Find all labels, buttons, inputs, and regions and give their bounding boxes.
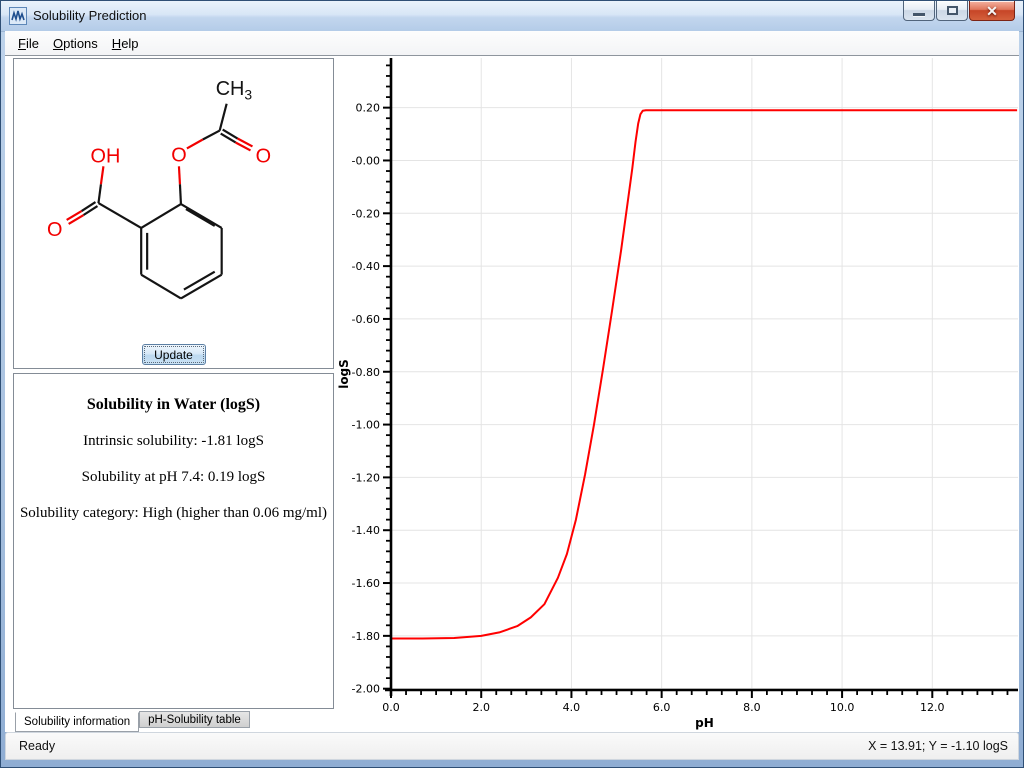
y-tick-label: -0.40 <box>352 260 380 273</box>
main-area: CH3 OH O O O Update Solubility in Water … <box>5 56 1019 732</box>
tab-ph-solubility-table[interactable]: pH-Solubility table <box>139 711 250 728</box>
window-title: Solubility Prediction <box>33 8 146 23</box>
status-message: Ready <box>19 739 55 753</box>
y-tick-label: -1.60 <box>352 577 380 590</box>
close-icon: ✕ <box>986 2 998 20</box>
cursor-coordinates-readout: X = 13.91; Y = -1.10 logS <box>868 739 1008 753</box>
x-tick-label: 6.0 <box>653 701 671 714</box>
x-tick-label: 10.0 <box>830 701 855 714</box>
titlebar[interactable]: Solubility Prediction ✕ <box>1 1 1023 32</box>
y-tick-label: -1.40 <box>352 524 380 537</box>
methyl-label: CH3 <box>216 78 253 103</box>
y-tick-label: 0.20 <box>356 102 381 115</box>
menu-item-options[interactable]: Options <box>46 33 105 54</box>
app-icon <box>9 7 27 25</box>
ph-solubility-chart[interactable]: 0.20 -0.00 -0.20 -0.40 -0.60 -0.80 -1.00 -1.20 -… <box>337 56 1019 732</box>
y-tick-label: -2.00 <box>352 683 380 696</box>
solubility-info-panel: Solubility in Water (logS) Intrinsic sol… <box>13 373 334 709</box>
x-tick-label: 8.0 <box>743 701 761 714</box>
acetyl-ester-group <box>179 104 253 204</box>
solubility-ph74-line: Solubility at pH 7.4: 0.19 logS <box>14 469 333 486</box>
update-button[interactable]: Update <box>142 344 206 365</box>
menubar: File Options Help <box>5 31 1019 56</box>
window-controls: ✕ <box>902 1 1015 21</box>
solubility-curve <box>391 110 1017 638</box>
molecule-canvas[interactable]: CH3 OH O O O <box>14 59 333 368</box>
x-tick-label: 0.0 <box>382 701 400 714</box>
app-window: Solubility Prediction ✕ File Options Hel… <box>0 0 1024 768</box>
y-tick-label: -0.20 <box>352 207 380 220</box>
x-tick-label: 2.0 <box>472 701 490 714</box>
minimize-button[interactable] <box>903 1 935 21</box>
tab-solubility-information[interactable]: Solubility information <box>15 712 139 732</box>
menu-item-help[interactable]: Help <box>105 33 146 54</box>
y-tick-label: -0.80 <box>352 366 380 379</box>
restore-button[interactable] <box>936 1 968 21</box>
y-axis-title: logS <box>337 359 351 389</box>
x-axis-title: pH <box>695 716 714 730</box>
menu-item-file[interactable]: File <box>11 33 46 54</box>
x-tick-label: 12.0 <box>920 701 945 714</box>
y-tick-label: -0.60 <box>352 313 380 326</box>
y-tick-label: -1.00 <box>352 419 380 432</box>
carbonyl-oxygen-label: O <box>256 145 271 167</box>
y-tick-label: -1.80 <box>352 630 380 643</box>
solubility-category-line: Solubility category: High (higher than 0… <box>14 505 333 522</box>
benzene-ring <box>141 204 221 298</box>
statusbar: Ready X = 13.91; Y = -1.10 logS <box>5 732 1019 760</box>
hydroxyl-label: OH <box>91 145 121 167</box>
close-button[interactable]: ✕ <box>969 1 1015 21</box>
structure-panel: CH3 OH O O O Update <box>13 58 334 369</box>
y-tick-label: -0.00 <box>352 154 380 167</box>
info-title: Solubility in Water (logS) <box>14 396 333 414</box>
x-tick-label: 4.0 <box>563 701 581 714</box>
restore-icon <box>947 6 958 15</box>
acid-oxygen-label: O <box>47 219 62 241</box>
tabstrip: Solubility information pH-Solubility tab… <box>15 712 250 732</box>
minimize-icon <box>913 13 925 16</box>
carboxyl-group <box>67 166 142 228</box>
y-tick-label: -1.20 <box>352 471 380 484</box>
ester-oxygen-label: O <box>171 144 186 166</box>
intrinsic-solubility-line: Intrinsic solubility: -1.81 logS <box>14 433 333 450</box>
